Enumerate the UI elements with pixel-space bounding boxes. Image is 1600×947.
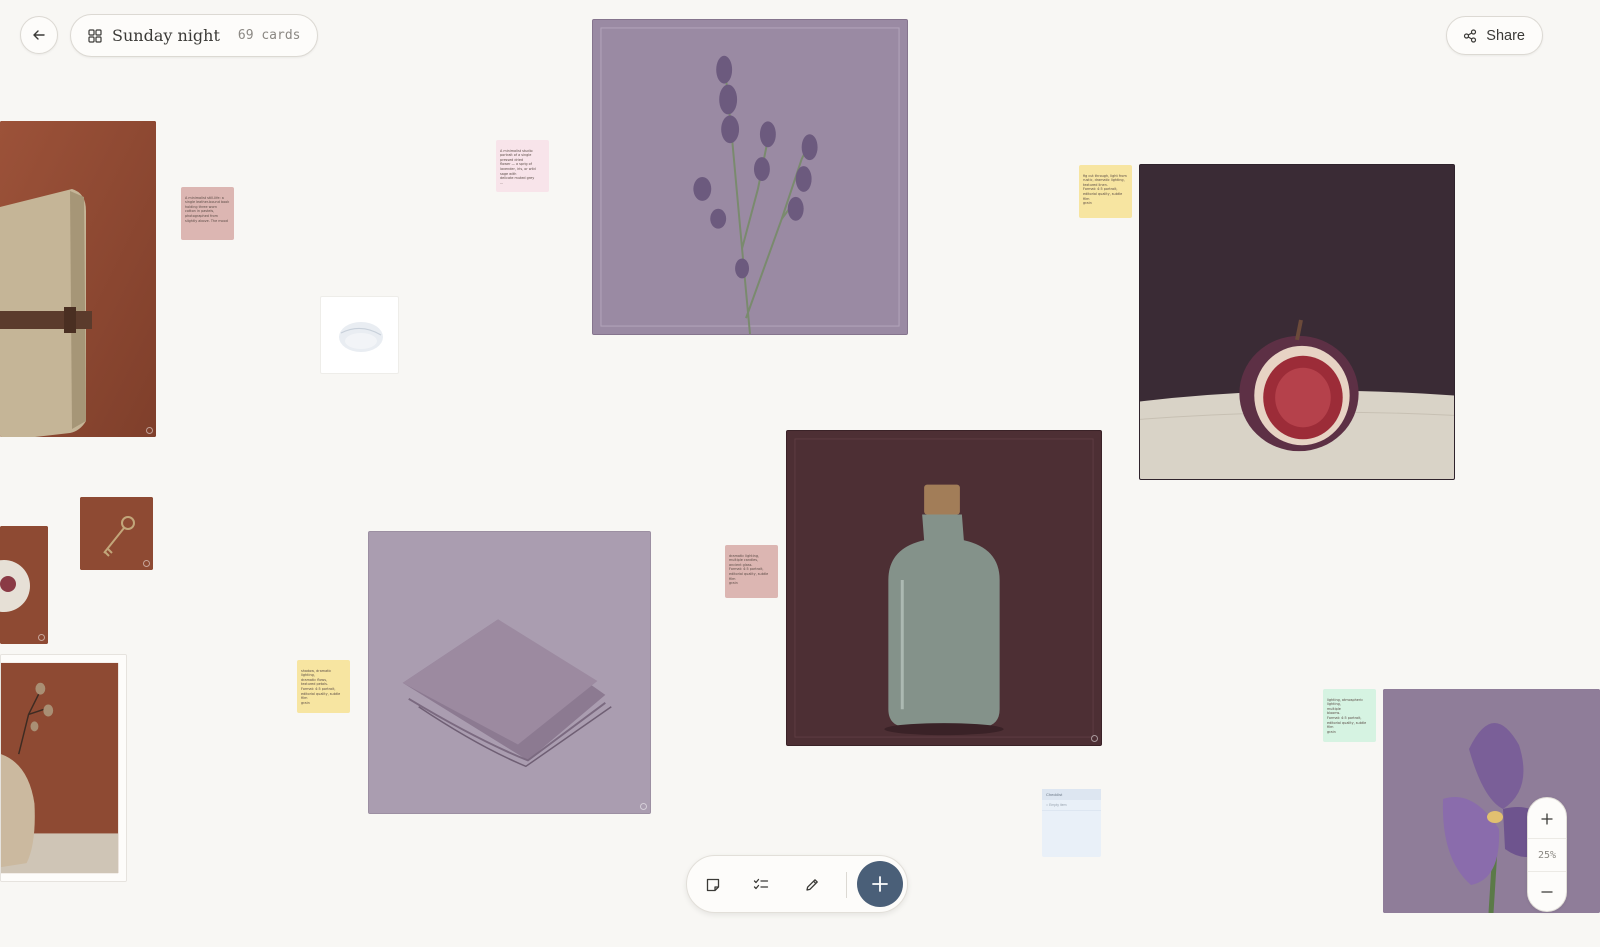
napkin-image bbox=[369, 532, 650, 813]
book-image bbox=[0, 121, 156, 437]
add-note-button[interactable] bbox=[699, 871, 727, 899]
bottom-toolbar bbox=[686, 855, 908, 913]
card-count: 69 cards bbox=[237, 28, 301, 43]
image-card-book[interactable] bbox=[0, 121, 156, 437]
sticky-note[interactable]: dramatic lighting, multiple candles, ancie… bbox=[725, 545, 778, 598]
image-card-napkin[interactable] bbox=[368, 531, 651, 814]
sticky-note[interactable]: lighting, atmospheric lighting, multiple b… bbox=[1323, 689, 1376, 742]
checklist-card[interactable]: Checklist ○ Empty item bbox=[1042, 789, 1101, 857]
fig-image bbox=[1140, 165, 1454, 479]
image-card-bowl[interactable] bbox=[0, 526, 48, 644]
board-canvas[interactable]: A minimalist still-life: a single leather… bbox=[0, 0, 1600, 947]
image-card-glass-bowl[interactable] bbox=[320, 296, 399, 374]
image-card-fig[interactable] bbox=[1139, 164, 1455, 480]
image-card-vase[interactable] bbox=[0, 654, 127, 882]
sticky-note[interactable]: A minimalist studio portrait of a single p… bbox=[496, 140, 549, 192]
pencil-icon bbox=[806, 879, 818, 891]
note-icon bbox=[706, 878, 720, 892]
grid-icon bbox=[88, 28, 102, 43]
bottle-image bbox=[787, 431, 1101, 745]
image-card-key[interactable] bbox=[80, 497, 153, 570]
back-button[interactable] bbox=[20, 16, 58, 54]
checklist-title: Checklist bbox=[1042, 789, 1101, 800]
add-card-button[interactable] bbox=[857, 861, 903, 907]
arrow-left-icon bbox=[33, 30, 45, 40]
share-icon bbox=[1464, 28, 1477, 43]
resize-handle[interactable] bbox=[640, 803, 647, 810]
plus-icon bbox=[872, 876, 888, 892]
zoom-out-button[interactable] bbox=[1528, 874, 1566, 910]
zoom-level: 25% bbox=[1528, 838, 1566, 872]
minus-icon bbox=[1541, 891, 1553, 893]
sticky-note[interactable]: shadow, dramatic lighting, dramatic flows… bbox=[297, 660, 350, 713]
zoom-controls: 25% bbox=[1527, 797, 1567, 912]
plus-icon bbox=[1541, 813, 1553, 825]
sticky-note[interactable]: A minimalist still-life: a single leather… bbox=[181, 187, 234, 240]
board-title: Sunday night bbox=[112, 26, 220, 45]
draw-button[interactable] bbox=[798, 871, 826, 899]
iris-image bbox=[1383, 689, 1600, 913]
resize-handle[interactable] bbox=[143, 560, 150, 567]
resize-handle[interactable] bbox=[38, 634, 45, 641]
key-image bbox=[80, 497, 153, 570]
resize-handle[interactable] bbox=[1091, 735, 1098, 742]
image-card-iris[interactable] bbox=[1383, 689, 1600, 913]
toolbar-divider bbox=[846, 872, 847, 898]
add-checklist-button[interactable] bbox=[747, 871, 775, 899]
image-card-bottle[interactable] bbox=[786, 430, 1102, 746]
checklist-item[interactable]: ○ Empty item bbox=[1042, 800, 1101, 811]
board-title-pill[interactable]: Sunday night 69 cards bbox=[70, 14, 318, 57]
bowl-image bbox=[0, 526, 48, 644]
share-button[interactable]: Share bbox=[1446, 16, 1543, 55]
checklist-icon bbox=[753, 878, 769, 890]
sticky-note[interactable]: fig cut through, light from rustic, drama… bbox=[1079, 165, 1132, 218]
lavender-image bbox=[593, 20, 907, 334]
resize-handle[interactable] bbox=[146, 427, 153, 434]
zoom-in-button[interactable] bbox=[1528, 801, 1566, 837]
vase-image bbox=[1, 655, 126, 881]
glass-bowl-image bbox=[339, 322, 383, 352]
image-card-lavender[interactable] bbox=[592, 19, 908, 335]
share-label: Share bbox=[1486, 27, 1525, 44]
